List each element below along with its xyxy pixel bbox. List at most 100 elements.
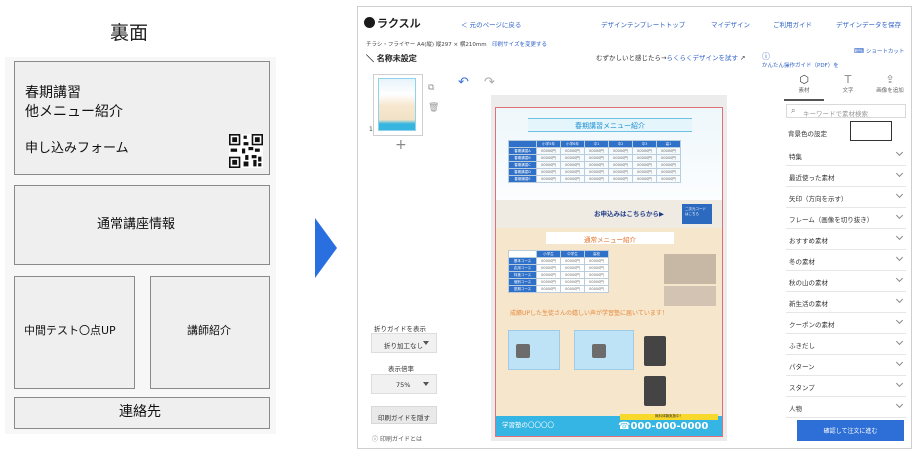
category-winter[interactable]: 冬の素材 [786, 250, 906, 271]
table-cell: 00000円 [560, 168, 585, 176]
table-row: 春期講習E 00000円 00000円 00000円 00000円 00000円 00000… [508, 175, 681, 183]
table-cell: 00000円 [560, 161, 585, 169]
flyer-phone[interactable]: ☎000-000-0000 [618, 421, 708, 432]
nav-template-top-link[interactable]: デザインテンプレートトップ [601, 19, 685, 29]
table-cell: 00000円 [584, 168, 609, 176]
category-label: フレーム（画像を切り抜き） [789, 216, 874, 224]
tool-image-upload[interactable]: ⇪ 画像を追加 [870, 73, 910, 94]
active-tool-indicator [784, 99, 824, 101]
flyer-heading-regular[interactable]: 通常メニュー紹介 [546, 232, 674, 244]
table-cell: 中1 [584, 140, 609, 148]
flyer-canvas[interactable]: 春期講習メニュー紹介 小学5年 小学6年 中1 中2 中3 高1 春期講習A 00… [495, 107, 723, 437]
category-label: おすすめ素材 [789, 237, 828, 245]
category-new-life[interactable]: 新生活の素材 [786, 292, 906, 313]
table-cell: 春期講習D [508, 168, 537, 176]
help-text: かんたん操作ガイド（PDF）を [762, 62, 839, 69]
table-cell: 個別コース [508, 278, 537, 286]
caret-down-icon [423, 382, 429, 386]
table-cell: 00000円 [560, 271, 585, 279]
fold-guide-label: 折りガイドを表示 [374, 325, 426, 333]
trash-icon[interactable]: 🗑 [428, 103, 439, 113]
table-cell: 00000円 [656, 161, 681, 169]
zoom-select[interactable]: 75% [371, 374, 437, 394]
table-cell: 00000円 [560, 285, 585, 293]
change-size-link[interactable]: 印刷サイズを変更する [492, 42, 547, 48]
chevron-down-icon [895, 316, 904, 325]
category-autumn[interactable]: 秋の山の素材 [786, 271, 906, 292]
table-cell: 応用コース [508, 264, 537, 272]
category-frames[interactable]: フレーム（画像を切り抜き） [786, 208, 906, 229]
flyer-photo-2[interactable] [664, 286, 716, 306]
table-cell: 00000円 [536, 285, 561, 293]
flyer-free-trial-tag[interactable]: 無料体験実施中！ [620, 414, 718, 420]
flyer-qr-box[interactable]: 二次元コードはこちら [682, 204, 712, 224]
wireframe-spring-title: 春期講習 [25, 85, 81, 101]
background-color-swatch[interactable] [850, 121, 892, 141]
page-number: 1 [369, 126, 373, 133]
hint-link[interactable]: らくらくデザインを試す [666, 54, 738, 62]
add-page-button[interactable]: + [395, 137, 407, 153]
table-cell: 中学生 [560, 250, 585, 258]
flyer-testimonial-heading[interactable]: 成績UPした生徒さんの嬉しい声が学習塾に届いています！ [510, 308, 710, 318]
help-icon: ⓘ [762, 52, 770, 61]
table-row: 応用コース 00000円 00000円 00000円 [508, 264, 609, 272]
table-cell: 春期講習E [508, 175, 537, 183]
table-cell: 00000円 [584, 271, 609, 279]
table-row: 春期講習D 00000円 00000円 00000円 00000円 00000円 00000… [508, 168, 681, 176]
wireframe-regular-label: 通常講座情報 [97, 217, 176, 232]
category-stamp[interactable]: スタンプ [786, 376, 906, 397]
table-cell: 00000円 [536, 168, 561, 176]
easy-design-hint[interactable]: むずかしいと感じたら→らくらくデザインを試す ↗ [596, 52, 745, 62]
table-cell: 00000円 [632, 168, 657, 176]
hide-print-guide-button[interactable]: 印刷ガイドを隠す [371, 406, 437, 424]
category-featured[interactable]: 特集 [786, 145, 906, 166]
design-title[interactable]: ＼ 名称未設定 [366, 53, 417, 64]
wireframe-teacher-label: 講師紹介 [187, 324, 231, 337]
undo-icon[interactable]: ↶ [458, 75, 469, 90]
help-guide-link[interactable]: ⓘ かんたん操作ガイド（PDF）を [762, 51, 842, 70]
material-search-input[interactable]: ⌕ キーワードで素材検索 [786, 104, 906, 118]
flyer-spring-table[interactable]: 小学5年 小学6年 中1 中2 中3 高1 春期講習A 00000円 00000円 0… [508, 140, 681, 183]
flyer-teacher-photo[interactable] [644, 336, 666, 366]
category-label: クーポンの素材 [789, 321, 835, 329]
category-speech-bubble[interactable]: ふきだし [786, 334, 906, 355]
table-cell: 00000円 [584, 147, 609, 155]
nav-save-link[interactable]: デザインデータを保存 [836, 19, 901, 29]
nav-guide-link[interactable]: ご利用ガイド [773, 19, 812, 29]
table-cell: 00000円 [608, 168, 633, 176]
table-cell: 00000円 [560, 175, 585, 183]
nav-back-link[interactable]: ＜ 元のページに戻る [461, 19, 521, 29]
category-pattern[interactable]: パターン [786, 355, 906, 376]
shortcut-text: ショートカット [865, 49, 905, 55]
table-row: 春期講習C 00000円 00000円 00000円 00000円 00000円 00000… [508, 161, 681, 169]
hint-prefix: むずかしいと感じたら→ [596, 54, 667, 62]
category-arrows[interactable]: 矢印（方向を示す） [786, 187, 906, 208]
nav-my-design-link[interactable]: マイデザイン [711, 19, 750, 29]
fold-guide-value: 折り加工なし [384, 342, 423, 350]
flyer-regular-table[interactable]: 小学生 中学生 高校 基本コース 00000円 00000円 00000円 応用コース… [508, 250, 609, 293]
fold-guide-select[interactable]: 折り加工なし [371, 333, 437, 353]
print-guide-help-link[interactable]: ⓘ 印刷ガイドとは [372, 434, 422, 443]
redo-icon[interactable]: ↷ [484, 75, 495, 90]
flyer-cta-text[interactable]: お申込みはこちらから▶ [594, 208, 664, 218]
tool-text[interactable]: T 文字 [828, 73, 868, 94]
flyer-teacher-photo[interactable] [644, 376, 666, 406]
category-label: 人物 [789, 405, 802, 413]
background-color-label: 背景色の設定 [788, 130, 827, 138]
confirm-order-button[interactable]: 確認して注文に進む [797, 420, 904, 441]
category-recommended[interactable]: おすすめ素材 [786, 229, 906, 250]
category-person[interactable]: 人物 [786, 397, 906, 418]
page-thumbnail[interactable] [373, 74, 423, 136]
table-cell: 00000円 [584, 278, 609, 286]
table-cell: 高1 [656, 140, 681, 148]
table-row: 個別コース 00000円 00000円 00000円 [508, 278, 609, 286]
tool-material[interactable]: ⬡ 素材 [784, 73, 824, 94]
flyer-school-name[interactable]: 学習塾の〇〇〇〇 [502, 419, 554, 429]
flyer-photo-1[interactable] [664, 254, 716, 284]
flyer-heading-spring[interactable]: 春期講習メニュー紹介 [528, 118, 692, 132]
copy-icon[interactable]: ⧉ [428, 83, 434, 93]
shortcut-link[interactable]: ⌨ ショートカット [854, 47, 906, 56]
logo[interactable]: ラクスル [364, 15, 421, 31]
category-recent[interactable]: 最近使った素材 [786, 166, 906, 187]
category-coupon[interactable]: クーポンの素材 [786, 313, 906, 334]
